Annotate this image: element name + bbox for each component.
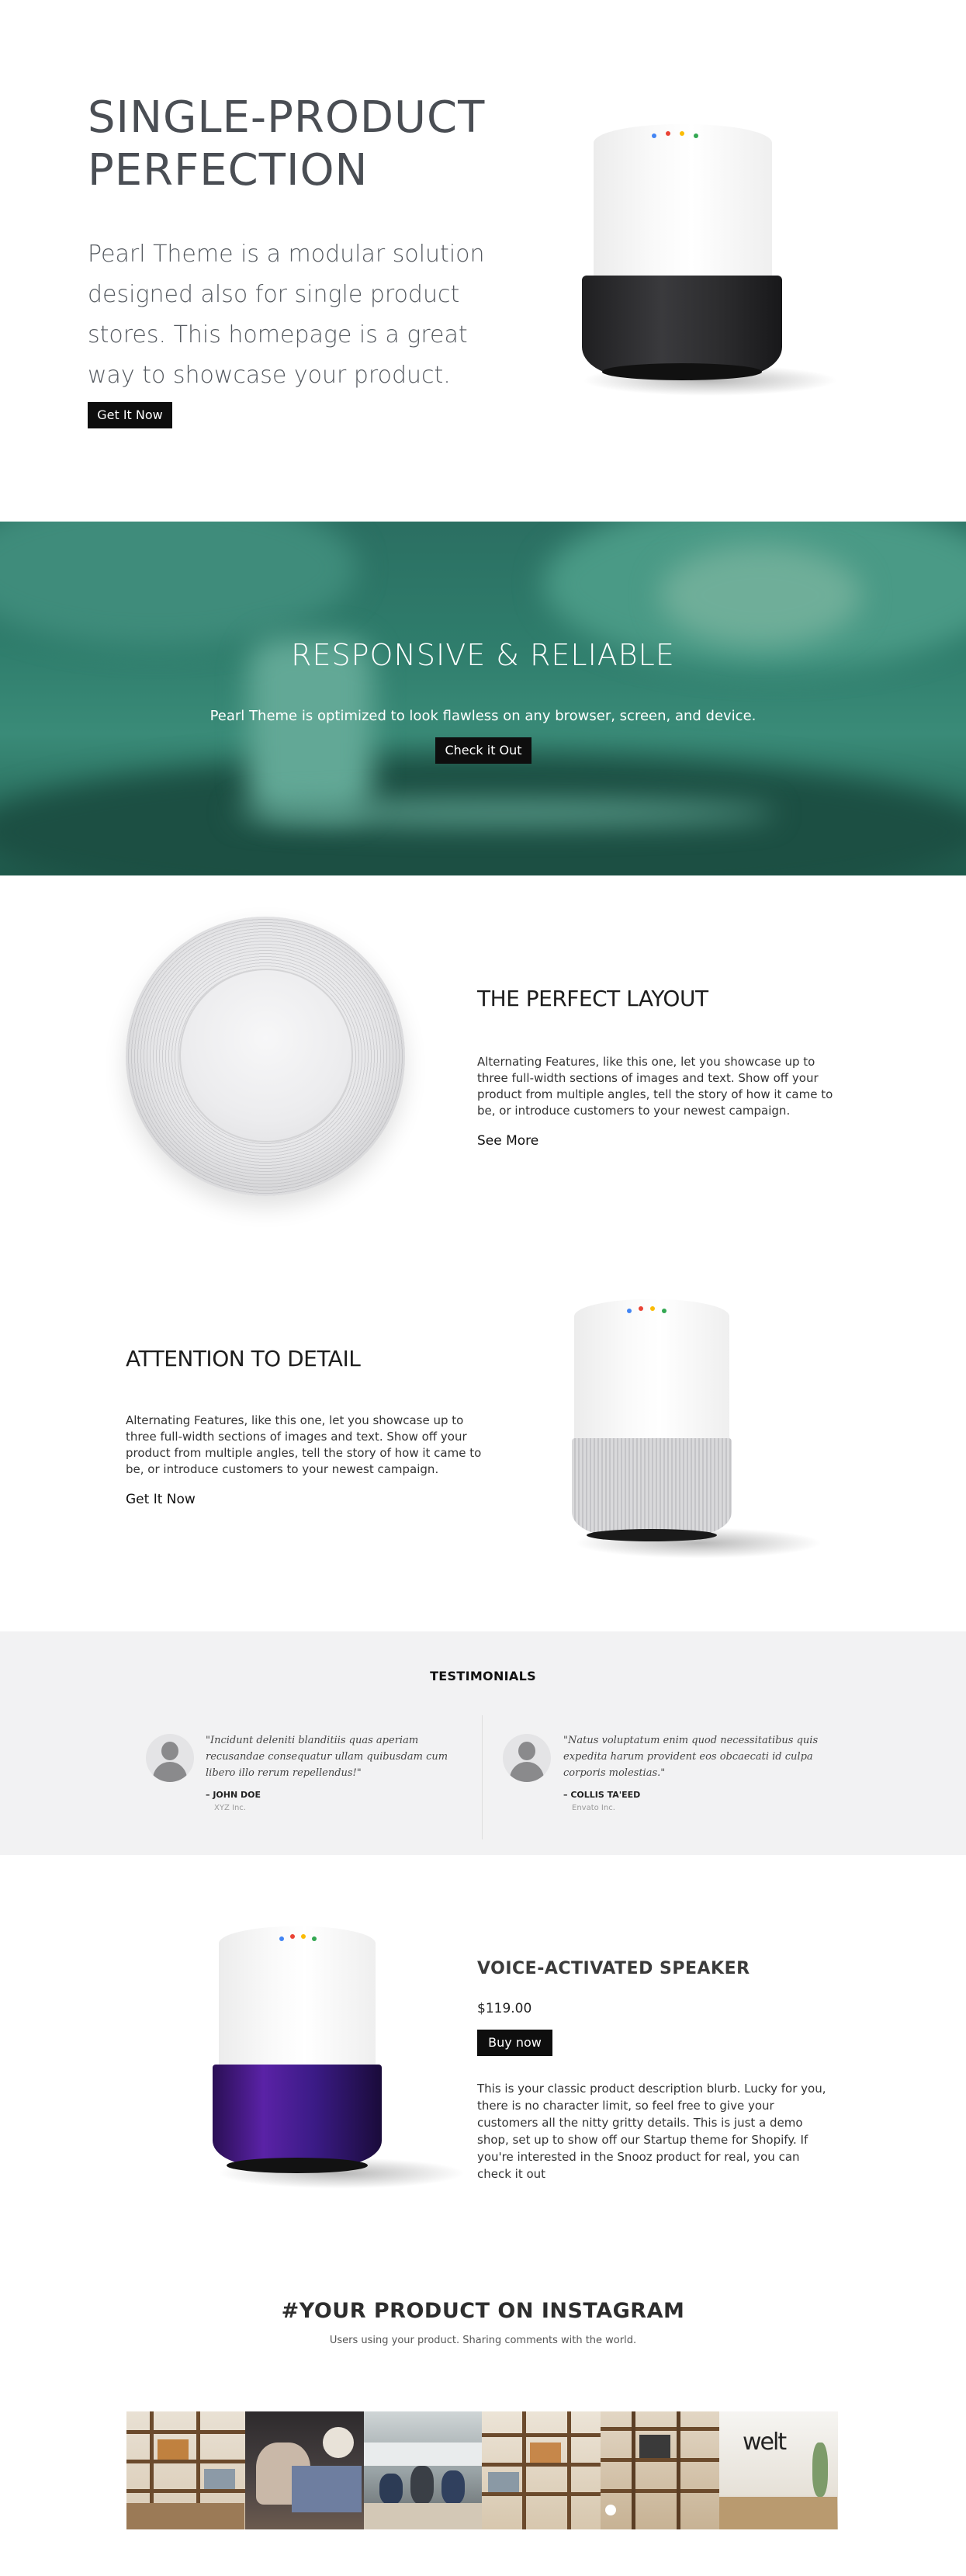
check-it-out-button[interactable]: Check it Out	[435, 737, 531, 764]
page: SINGLE-PRODUCT PERFECTION Pearl Theme is…	[0, 0, 966, 2576]
welt-logo: welt	[742, 2429, 787, 2456]
hero-product-image	[574, 116, 853, 404]
testimonials-divider	[482, 1715, 483, 1839]
responsive-banner: RESPONSIVE & RELIABLE Pearl Theme is opt…	[0, 522, 966, 875]
testimonials-heading: TESTIMONIALS	[430, 1669, 536, 1683]
instagram-photo[interactable]	[126, 2411, 245, 2529]
get-it-now-link[interactable]: Get It Now	[126, 1492, 196, 1507]
avatar-icon	[146, 1734, 194, 1782]
testimonial-quote: "Natus voluptatum enim quod necessitatib…	[563, 1735, 819, 1779]
hero-title: SINGLE-PRODUCT PERFECTION	[88, 92, 522, 197]
see-more-link[interactable]: See More	[477, 1133, 538, 1149]
banner-title: RESPONSIVE & RELIABLE	[291, 638, 675, 672]
instagram-photo[interactable]: welt	[718, 2411, 838, 2529]
banner-text: Pearl Theme is optimized to look flawles…	[209, 708, 757, 724]
product-price: $119.00	[477, 2001, 532, 2016]
feature2-title: ATTENTION TO DETAIL	[126, 1346, 361, 1371]
hero-section: SINGLE-PRODUCT PERFECTION Pearl Theme is…	[0, 0, 966, 522]
instagram-title: #YOUR PRODUCT ON INSTAGRAM	[281, 2299, 685, 2323]
feature1-text: Alternating Features, like this one, let…	[477, 1055, 833, 1118]
testimonial-author: – JOHN DOE	[206, 1790, 261, 1800]
feature2-text: Alternating Features, like this one, let…	[126, 1413, 482, 1476]
detail-product-image	[566, 1295, 830, 1566]
feature1-title: THE PERFECT LAYOUT	[477, 986, 708, 1011]
hero-description: Pearl Theme is a modular solution design…	[88, 241, 485, 389]
hero-title-line2: PERFECTION	[88, 145, 369, 196]
avatar-icon	[503, 1734, 551, 1782]
product-title: VOICE-ACTIVATED SPEAKER	[477, 1959, 750, 1978]
get-it-now-button[interactable]: Get It Now	[88, 402, 172, 428]
product-description: This is your classic product description…	[477, 2082, 826, 2181]
instagram-photo[interactable]	[363, 2411, 483, 2529]
testimonial-company: XYZ Inc.	[214, 1804, 246, 1812]
hero-title-line1: SINGLE-PRODUCT	[88, 92, 486, 143]
instagram-photo[interactable]	[244, 2411, 364, 2529]
product-image	[209, 1917, 473, 2196]
testimonial-company: Envato Inc.	[572, 1804, 615, 1812]
testimonial-quote: "Incidunt deleniti blanditiis quas aperi…	[206, 1735, 448, 1779]
instagram-photo[interactable]	[482, 2411, 601, 2529]
buy-now-button[interactable]: Buy now	[477, 2030, 552, 2056]
instagram-feed: welt	[126, 2411, 838, 2529]
instagram-subtitle: Users using your product. Sharing commen…	[329, 2335, 637, 2346]
instagram-photo[interactable]	[601, 2411, 719, 2529]
testimonial-author: – COLLIS TA'EED	[563, 1790, 641, 1800]
testimonials-section: TESTIMONIALS "Incidunt deleniti blanditi…	[0, 1631, 966, 1855]
homepod-image	[126, 917, 405, 1204]
